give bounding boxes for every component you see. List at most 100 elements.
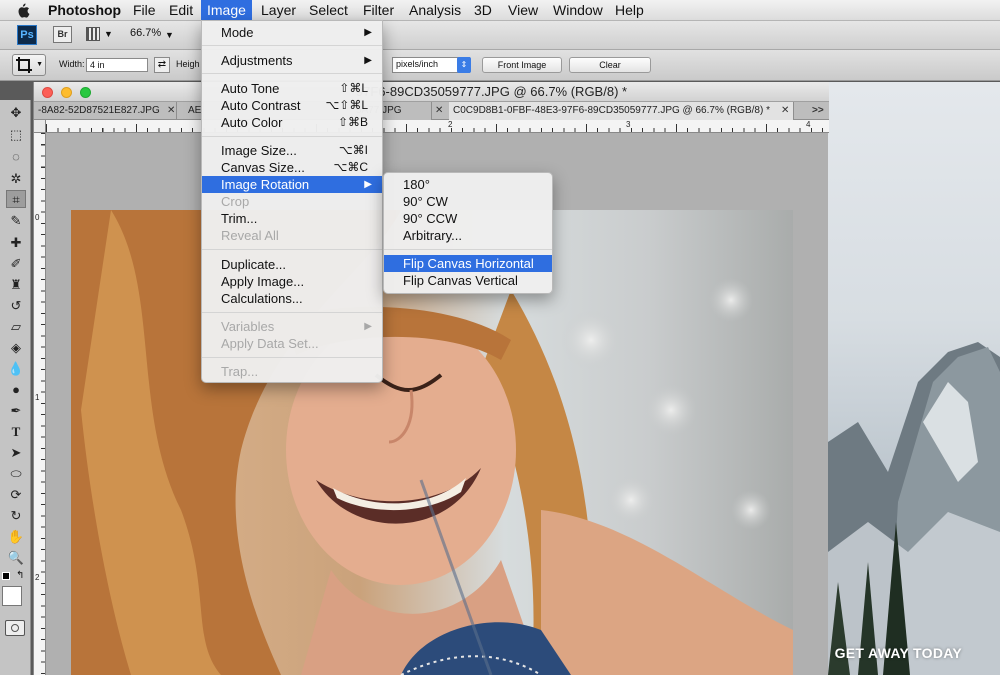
menu-view[interactable]: View (502, 0, 544, 21)
paint-bucket-icon[interactable]: ◈ (6, 339, 26, 357)
dodge-tool-icon[interactable]: ● (6, 381, 26, 399)
image-rotation-submenu: 180° 90° CW 90° CCW Arbitrary... Flip Ca… (383, 172, 553, 294)
swap-dimensions-icon[interactable]: ⇄ (154, 57, 170, 73)
menu-item-auto-tone[interactable]: Auto Tone ⇧⌘L (202, 80, 382, 97)
tools-panel: ✥ ⬚ ◌ ✲ ⌗ ✎ ✚ ✐ ♜ ↺ ▱ ◈ 💧 ● ✒ T ➤ ⬭ ⟳ ↻ … (0, 100, 31, 675)
menu-item-image-size[interactable]: Image Size... ⌥⌘I (202, 142, 382, 159)
photoshop-logo-icon: Ps (17, 25, 37, 45)
chevron-down-icon[interactable]: ▼ (104, 29, 113, 39)
app-menu-photoshop[interactable]: Photoshop (42, 0, 127, 21)
chevron-updown-icon[interactable]: ⇕ (457, 57, 471, 73)
menu-item-image-rotation[interactable]: Image Rotation ▶ (202, 176, 382, 193)
menu-item-reveal-all: Reveal All (221, 228, 279, 243)
marquee-tool-icon[interactable]: ⬚ (6, 126, 26, 144)
tab-document-active[interactable]: C0C9D8B1-0FBF-48E3-97F6-89CD35059777.JPG… (449, 102, 794, 120)
history-brush-icon[interactable]: ↺ (6, 297, 26, 315)
foreground-color-swatch[interactable] (2, 586, 22, 606)
crop-tool-icon (16, 57, 32, 73)
menu-analysis[interactable]: Analysis (403, 0, 467, 21)
menu-item-rotate-90-cw[interactable]: 90° CW (384, 193, 552, 210)
blur-tool-icon[interactable]: 💧 (6, 360, 26, 378)
crop-preset-picker[interactable]: ▼ (12, 54, 46, 76)
eraser-tool-icon[interactable]: ▱ (6, 318, 26, 336)
menu-item-apply-data-set: Apply Data Set... (221, 336, 319, 351)
menu-bar: Photoshop File Edit Image Layer Select F… (0, 0, 1000, 21)
tab-document-1[interactable]: -8A82-52D87521E827.JPG (34, 102, 177, 120)
menu-image[interactable]: Image (201, 0, 252, 21)
clear-button[interactable]: Clear (569, 57, 651, 73)
close-tab-icon[interactable]: ✕ (781, 102, 789, 120)
menu-item-adjustments[interactable]: Adjustments ▶ (202, 52, 382, 69)
zoom-tool-icon[interactable]: 🔍 (6, 549, 26, 567)
apple-icon[interactable] (16, 3, 30, 18)
menu-select[interactable]: Select (303, 0, 354, 21)
mountain-scenery (828, 342, 1000, 675)
document-tabs: -8A82-52D87521E827.JPG ✕ AE 5A77.JPG ✕ C… (34, 102, 829, 120)
pen-tool-icon[interactable]: ✒ (6, 402, 26, 420)
ruler-number: 4 (806, 120, 811, 129)
menu-window[interactable]: Window (547, 0, 609, 21)
menu-file[interactable]: File (127, 0, 162, 21)
3d-orbit-icon[interactable]: ↻ (6, 507, 26, 525)
clone-stamp-icon[interactable]: ♜ (6, 276, 26, 294)
document-title: 97F6-89CD35059777.JPG @ 66.7% (RGB/8) * (355, 84, 628, 99)
menu-layer[interactable]: Layer (255, 0, 302, 21)
hand-tool-icon[interactable]: ✋ (6, 528, 26, 546)
type-tool-icon[interactable]: T (6, 423, 26, 441)
menu-item-rotate-180[interactable]: 180° (384, 176, 552, 193)
menu-item-trim[interactable]: Trim... (202, 210, 382, 227)
shape-tool-icon[interactable]: ⬭ (6, 465, 26, 483)
eyedropper-tool-icon[interactable]: ✎ (6, 212, 26, 230)
lasso-tool-icon[interactable]: ◌ (6, 148, 26, 166)
tab-overflow-button[interactable]: >> (812, 102, 824, 120)
default-colors-icon[interactable] (2, 572, 10, 580)
menu-filter[interactable]: Filter (357, 0, 400, 21)
bridge-button[interactable]: Br (53, 26, 72, 43)
menu-item-apply-image[interactable]: Apply Image... (202, 273, 382, 290)
move-tool-icon[interactable]: ✥ (6, 104, 26, 122)
zoom-chevron-icon[interactable]: ▼ (165, 30, 174, 40)
quick-mask-icon[interactable] (5, 620, 25, 636)
image-menu-dropdown: Mode ▶ Adjustments ▶ Auto Tone ⇧⌘L Auto Con… (201, 20, 383, 383)
chevron-down-icon: ▼ (36, 61, 43, 68)
menu-item-flip-canvas-horizontal[interactable]: Flip Canvas Horizontal (384, 255, 552, 272)
zoom-level[interactable]: 66.7% (130, 27, 161, 39)
menu-item-canvas-size[interactable]: Canvas Size... ⌥⌘C (202, 159, 382, 176)
menu-item-calculations[interactable]: Calculations... (202, 290, 382, 307)
menu-item-mode[interactable]: Mode ▶ (202, 24, 382, 41)
watermark-logo: GET AWAY TODAY (834, 645, 962, 661)
width-field[interactable]: 4 in (86, 58, 148, 72)
menu-3d[interactable]: 3D (468, 0, 498, 21)
ruler-number: 1 (35, 393, 40, 402)
menu-item-rotate-arbitrary[interactable]: Arbitrary... (384, 227, 552, 244)
width-label: Width: (59, 59, 85, 69)
front-image-button[interactable]: Front Image (482, 57, 562, 73)
menu-item-flip-canvas-vertical[interactable]: Flip Canvas Vertical (384, 272, 552, 289)
crop-tool-icon[interactable]: ⌗ (6, 190, 26, 208)
brush-tool-icon[interactable]: ✐ (6, 255, 26, 273)
document-title-bar: 97F6-89CD35059777.JPG @ 66.7% (RGB/8) * (34, 82, 829, 102)
path-selection-icon[interactable]: ➤ (6, 444, 26, 462)
vertical-ruler[interactable]: 0 1 2 (34, 133, 46, 675)
magic-wand-icon[interactable]: ✲ (6, 170, 26, 188)
document-window: 97F6-89CD35059777.JPG @ 66.7% (RGB/8) * … (33, 82, 829, 675)
ruler-number: 2 (448, 120, 453, 129)
menu-item-variables: Variables ▶ (221, 319, 372, 334)
swap-colors-icon[interactable]: ↰ (16, 570, 24, 581)
3d-rotate-icon[interactable]: ⟳ (6, 486, 26, 504)
desktop-background: GET AWAY TODAY (828, 82, 1000, 675)
horizontal-ruler[interactable]: 1 2 3 4 (46, 120, 829, 133)
healing-brush-icon[interactable]: ✚ (6, 234, 26, 252)
menu-item-duplicate[interactable]: Duplicate... (202, 256, 382, 273)
height-label: Heigh (176, 59, 200, 69)
menu-item-auto-contrast[interactable]: Auto Contrast ⌥⇧⌘L (202, 97, 382, 114)
ruler-origin[interactable] (34, 120, 46, 133)
menu-edit[interactable]: Edit (163, 0, 199, 21)
film-strip-icon[interactable] (86, 27, 100, 41)
menu-help[interactable]: Help (609, 0, 650, 21)
close-tab-icon[interactable]: ✕ (435, 102, 443, 120)
close-tab-icon[interactable]: ✕ (167, 102, 175, 120)
menu-item-auto-color[interactable]: Auto Color ⇧⌘B (202, 114, 382, 131)
ruler-number: 2 (35, 573, 40, 582)
menu-item-rotate-90-ccw[interactable]: 90° CCW (384, 210, 552, 227)
